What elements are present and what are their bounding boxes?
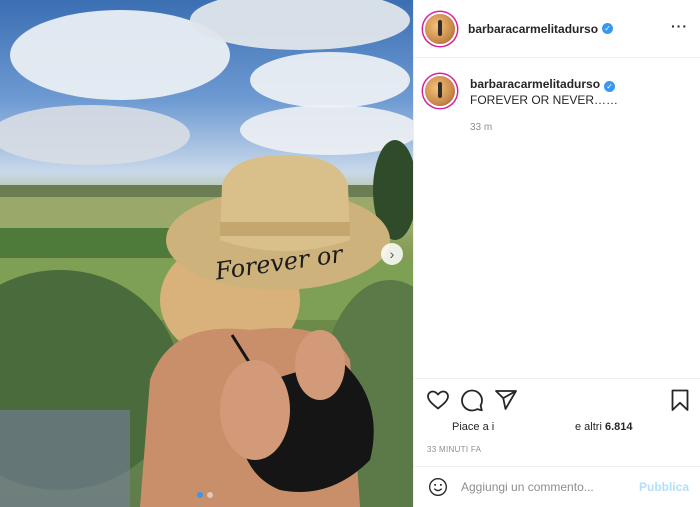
heart-icon[interactable] bbox=[426, 388, 450, 412]
photo-illustration: Forever or bbox=[0, 0, 413, 507]
post-sidebar: barbaracarmelitadurso ✓ ··· barbaracarme… bbox=[413, 0, 700, 507]
likes-count[interactable]: 6.814 bbox=[605, 421, 633, 433]
post-photo[interactable]: Forever or › bbox=[0, 0, 413, 507]
caption-timestamp[interactable]: 33 m bbox=[470, 120, 675, 136]
likes-summary[interactable]: Piace a i e altri 6.814 bbox=[452, 421, 633, 433]
avatar[interactable] bbox=[425, 13, 455, 44]
likes-user[interactable]: i bbox=[492, 421, 494, 433]
post-comment-button[interactable]: Pubblica bbox=[639, 480, 689, 494]
post-timestamp[interactable]: 33 MINUTI FA bbox=[427, 445, 481, 454]
post-caption: barbaracarmelitadurso ✓ FOREVER OR NEVER…… bbox=[414, 58, 700, 136]
post-header: barbaracarmelitadurso ✓ ··· bbox=[414, 0, 700, 58]
caption-avatar[interactable] bbox=[425, 76, 455, 106]
carousel-indicator bbox=[197, 492, 213, 498]
comment-icon[interactable] bbox=[460, 388, 484, 412]
carousel-dot bbox=[207, 492, 213, 498]
verified-badge-icon: ✓ bbox=[604, 81, 616, 92]
likes-suffix: e altri bbox=[575, 421, 602, 433]
caption-text: FOREVER OR NEVER…… bbox=[470, 93, 619, 107]
caption-username[interactable]: barbaracarmelitadurso bbox=[470, 77, 600, 91]
bookmark-icon[interactable] bbox=[668, 388, 692, 412]
more-options-icon[interactable]: ··· bbox=[671, 18, 688, 34]
carousel-dot-active bbox=[197, 492, 203, 498]
verified-badge-icon: ✓ bbox=[602, 23, 614, 34]
send-icon[interactable] bbox=[494, 388, 518, 412]
caption-body: barbaracarmelitadurso ✓ FOREVER OR NEVER…… bbox=[470, 76, 675, 136]
header-username[interactable]: barbaracarmelitadurso bbox=[468, 22, 598, 36]
emoji-icon[interactable] bbox=[428, 477, 448, 497]
likes-prefix: Piace a bbox=[452, 421, 489, 433]
comment-bar: Pubblica bbox=[414, 466, 700, 507]
comment-input[interactable] bbox=[461, 477, 621, 497]
next-photo-button[interactable]: › bbox=[381, 243, 403, 265]
chevron-right-icon: › bbox=[389, 246, 395, 262]
action-bar bbox=[414, 378, 700, 418]
